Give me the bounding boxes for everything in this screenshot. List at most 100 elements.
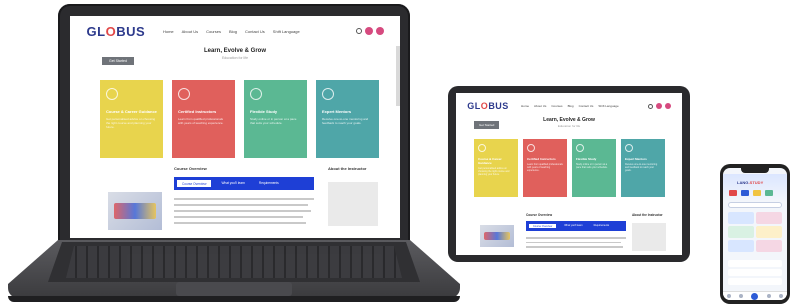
flag-icon[interactable] <box>765 190 773 196</box>
card-title: Course & Career Guidance <box>478 157 502 165</box>
phone-tile[interactable] <box>728 240 754 252</box>
instructor-photo <box>632 223 666 251</box>
search-icon[interactable] <box>647 103 653 109</box>
nav-links: Home About Us Courses Blog Contact Us Sh… <box>521 104 619 108</box>
about-instructor-title: About the Instructor <box>328 166 367 171</box>
feature-card[interactable]: Course & Career Guidance Get personalise… <box>100 80 163 158</box>
phone-tile[interactable] <box>756 226 782 238</box>
cart-icon[interactable] <box>364 27 373 35</box>
search-icon[interactable] <box>355 28 362 34</box>
text-line <box>174 222 306 224</box>
about-instructor-title: About the Instructor <box>632 213 663 217</box>
text-line <box>174 198 314 200</box>
phone-hero <box>723 174 787 202</box>
text-line <box>174 210 312 212</box>
search-icon <box>576 144 584 152</box>
get-started-button[interactable]: Get Started <box>102 57 134 65</box>
trophy-icon <box>527 144 535 152</box>
card-desc: Receive one-to-one mentoring and feedbac… <box>322 117 369 125</box>
course-tabs: Course Overview What you'll learn Requir… <box>174 177 314 190</box>
nav-link-blog[interactable]: Blog <box>229 29 237 34</box>
tab-what-you-learn[interactable]: What you'll learn <box>216 179 249 188</box>
nav-link-home[interactable]: Home <box>521 104 529 108</box>
course-description <box>174 198 314 228</box>
flag-icon[interactable] <box>753 190 761 196</box>
devices-mockup: GLOBUS Home About Us Courses Blog Contac… <box>0 0 798 306</box>
flag-icon[interactable] <box>741 190 749 196</box>
tab-what-you-learn[interactable]: What you'll learn <box>560 223 586 229</box>
course-image <box>108 192 162 230</box>
phone-bottom-nav <box>723 291 787 300</box>
nav-link-blog[interactable]: Blog <box>568 104 574 108</box>
feature-card[interactable]: Flexible Study Study online or in person… <box>244 80 307 158</box>
card-title: Flexible Study <box>250 109 278 114</box>
course-tabs: Course Overview What you'll learn Requir… <box>526 221 626 231</box>
laptop-screen: GLOBUS Home About Us Courses Blog Contac… <box>70 16 400 238</box>
feature-card[interactable]: Flexible Study Study online or in person… <box>572 139 616 197</box>
nav-actions <box>647 103 671 109</box>
phone-list-item[interactable] <box>728 260 782 267</box>
book-icon <box>106 88 118 100</box>
tab-requirements[interactable]: Requirements <box>254 179 284 188</box>
nav-link-courses[interactable]: Courses <box>551 104 562 108</box>
nav-link-home[interactable]: Home <box>163 29 174 34</box>
text-line <box>526 246 623 248</box>
nav-link-contact[interactable]: Contact Us <box>579 104 594 108</box>
phone-list-item[interactable] <box>728 278 782 285</box>
card-title: Expert Mentors <box>625 157 647 161</box>
phone-flag-row <box>729 190 773 196</box>
course-description <box>526 237 626 251</box>
nav-link-language[interactable]: Shift Language <box>598 104 618 108</box>
card-title: Certified Instructors <box>527 157 556 161</box>
nav-link-language[interactable]: Shift Language <box>273 29 300 34</box>
phone-list-item[interactable] <box>728 269 782 276</box>
site-logo[interactable]: GLOBUS <box>87 24 146 39</box>
home-icon[interactable] <box>727 294 732 298</box>
add-icon[interactable] <box>751 292 759 300</box>
cart-icon[interactable] <box>655 103 662 109</box>
user-icon[interactable] <box>375 27 384 35</box>
trophy-icon <box>322 88 334 100</box>
card-title: Certified Instructors <box>178 109 217 114</box>
profile-icon[interactable] <box>778 294 783 298</box>
nav-link-about[interactable]: About Us <box>534 104 546 108</box>
site-nav: GLOBUS Home About Us Courses Blog Contac… <box>456 93 682 119</box>
nav-link-courses[interactable]: Courses <box>206 29 221 34</box>
tab-course-overview[interactable]: Course Overview <box>176 179 213 188</box>
hero-title: Learn, Evolve & Grow <box>203 48 267 54</box>
tab-course-overview[interactable]: Course Overview <box>528 223 558 229</box>
trophy-icon <box>178 88 190 100</box>
feature-card[interactable]: Expert Mentors Receive one-to-one mentor… <box>316 80 379 158</box>
card-title: Flexible Study <box>576 157 597 161</box>
tab-requirements[interactable]: Requirements <box>590 223 614 229</box>
nav-link-contact[interactable]: Contact Us <box>245 29 265 34</box>
get-started-button[interactable]: Get Started <box>474 121 500 129</box>
text-line <box>174 204 309 206</box>
site-logo[interactable]: GLOBUS <box>467 101 509 111</box>
book-icon[interactable] <box>739 294 744 298</box>
phone-tile[interactable] <box>728 212 754 224</box>
scrollbar[interactable] <box>396 46 400 106</box>
tablet-screen: GLOBUS Home About Us Courses Blog Contac… <box>456 93 682 255</box>
phone-search-input[interactable] <box>728 202 782 208</box>
phone-tile[interactable] <box>756 240 782 252</box>
text-line <box>174 216 303 218</box>
chat-icon[interactable] <box>766 294 771 298</box>
feature-card[interactable]: Certified Instructors Learn from qualifi… <box>172 80 235 158</box>
flag-icon[interactable] <box>729 190 737 196</box>
phone-tile[interactable] <box>756 212 782 224</box>
card-title: Course & Career Guidance <box>106 109 157 114</box>
nav-link-about[interactable]: About Us <box>182 29 198 34</box>
phone-tile[interactable] <box>728 226 754 238</box>
feature-card[interactable]: Expert Mentors Receive one-to-one mentor… <box>621 139 665 197</box>
nav-links: Home About Us Courses Blog Contact Us Sh… <box>163 29 300 34</box>
laptop-keyboard <box>66 246 402 278</box>
laptop-touchpad <box>176 282 292 296</box>
feature-card[interactable]: Certified Instructors Learn from qualifi… <box>523 139 567 197</box>
card-desc: Study online or in person at a pace that… <box>576 163 608 169</box>
course-overview-title: Course Overview <box>174 166 207 171</box>
feature-card[interactable]: Course & Career Guidance Get personalise… <box>474 139 518 197</box>
course-overview-title: Course Overview <box>526 213 553 217</box>
user-icon[interactable] <box>664 103 671 109</box>
phone-tile-grid <box>728 212 782 252</box>
